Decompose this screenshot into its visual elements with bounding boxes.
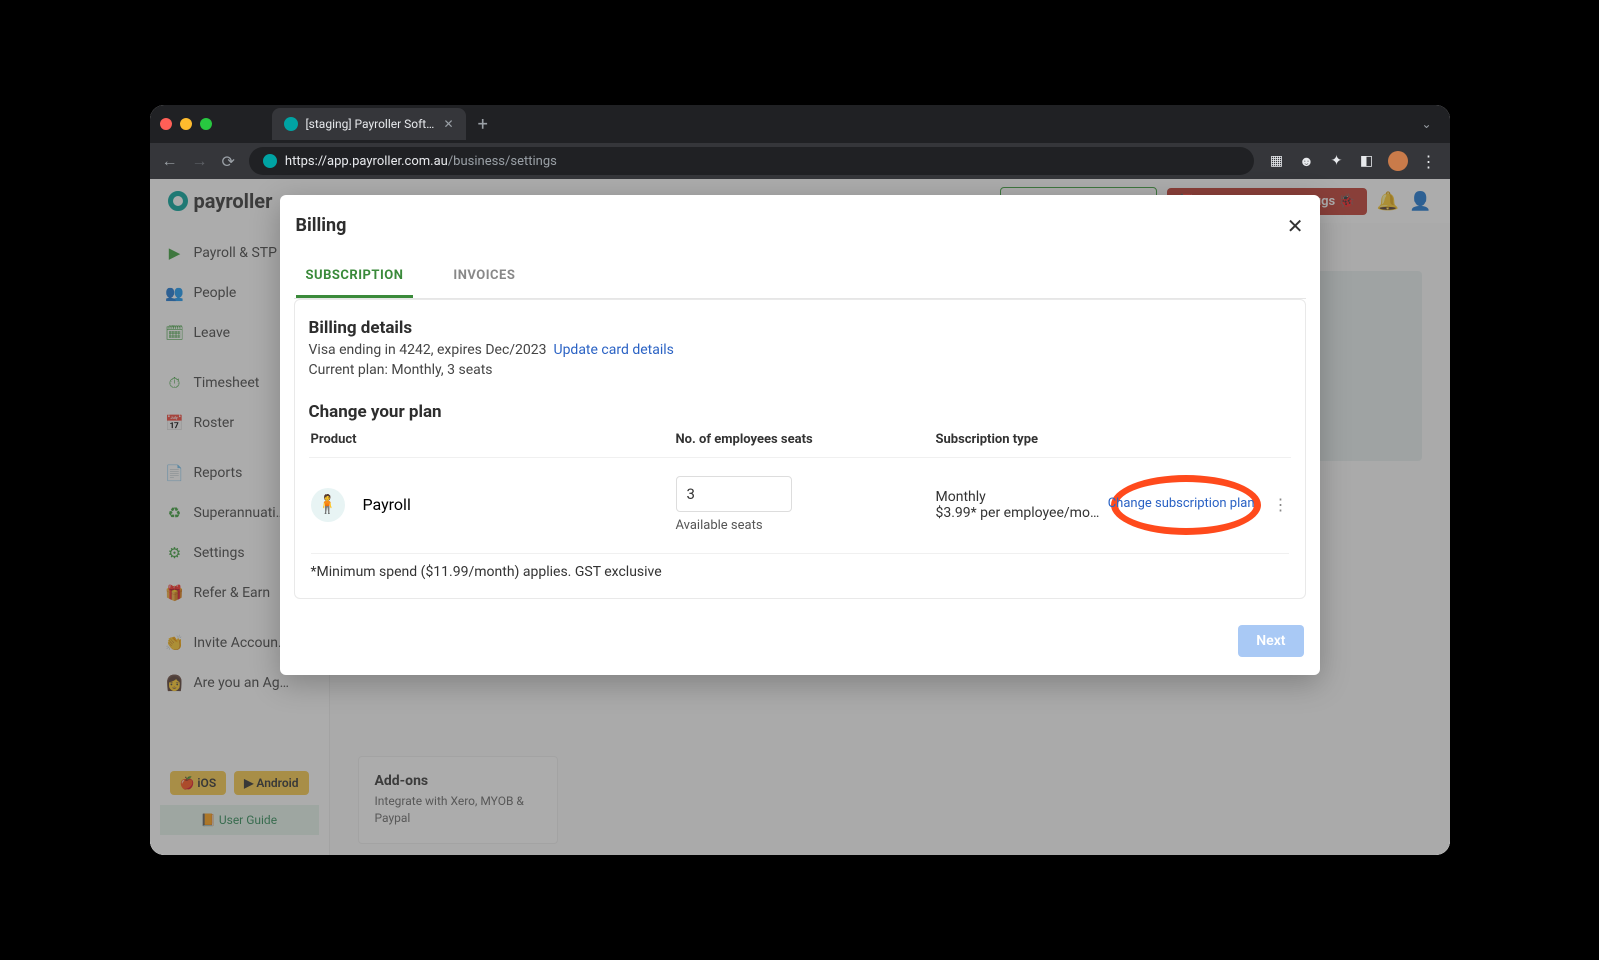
tab-favicon-icon: [284, 117, 298, 131]
address-bar[interactable]: https://app.payroller.com.au/business/se…: [249, 147, 1254, 175]
col-product: Product: [311, 432, 676, 447]
billing-card: Billing details Visa ending in 4242, exp…: [294, 299, 1306, 599]
profile-avatar-icon[interactable]: [1388, 151, 1408, 171]
url-bar: ← → ⟳ https://app.payroller.com.au/busin…: [150, 143, 1450, 179]
close-window-icon[interactable]: [160, 118, 172, 130]
modal-tabs: SUBSCRIPTION INVOICES: [294, 256, 1306, 299]
change-plan-title: Change your plan: [309, 402, 1291, 422]
window-controls: [160, 118, 212, 130]
plan-row: 🧍 Payroll Available seats Monthly $3.99*…: [309, 457, 1291, 547]
plan-table-header: Product No. of employees seats Subscript…: [309, 432, 1291, 447]
site-favicon-icon: [263, 154, 277, 168]
subscription-price: $3.99* per employee/mo…: [936, 505, 1100, 521]
new-tab-button[interactable]: +: [478, 114, 488, 135]
product-name: Payroll: [363, 495, 411, 514]
current-plan-text: Current plan: Monthly, 3 seats: [309, 362, 1291, 378]
seats-label: Available seats: [676, 518, 936, 533]
product-avatar-icon: 🧍: [311, 488, 345, 522]
extensions-puzzle-icon[interactable]: ✦: [1328, 152, 1346, 170]
extension-qr-icon[interactable]: ▦: [1268, 152, 1286, 170]
tab-invoices[interactable]: INVOICES: [443, 256, 525, 298]
extension-face-icon[interactable]: ☻: [1298, 152, 1316, 170]
browser-tab[interactable]: [staging] Payroller Software W… ✕: [272, 108, 466, 140]
forward-button[interactable]: →: [192, 151, 208, 171]
tab-title: [staging] Payroller Software W…: [306, 117, 436, 131]
modal-close-button[interactable]: ✕: [1287, 216, 1304, 236]
browser-menu-icon[interactable]: ⋮: [1420, 152, 1438, 170]
extension-icons: ▦ ☻ ✦ ◧ ⋮: [1268, 151, 1438, 171]
tab-strip: [staging] Payroller Software W… ✕ + ⌄: [150, 105, 1450, 143]
maximize-window-icon[interactable]: [200, 118, 212, 130]
tab-overflow-icon[interactable]: ⌄: [1413, 113, 1439, 135]
billing-details-title: Billing details: [309, 318, 1291, 338]
row-menu-icon[interactable]: ⋮: [1273, 495, 1289, 514]
seats-input[interactable]: [676, 476, 792, 512]
next-button[interactable]: Next: [1238, 625, 1303, 657]
card-details-text: Visa ending in 4242, expires Dec/2023: [309, 342, 547, 358]
minimize-window-icon[interactable]: [180, 118, 192, 130]
url-text: https://app.payroller.com.au/business/se…: [285, 154, 557, 169]
modal-title: Billing: [296, 215, 347, 236]
billing-modal: Billing ✕ SUBSCRIPTION INVOICES Billing …: [280, 195, 1320, 675]
change-subscription-link[interactable]: Change subscription plan: [1108, 496, 1255, 513]
update-card-link[interactable]: Update card details: [553, 342, 673, 358]
browser-window: [staging] Payroller Software W… ✕ + ⌄ ← …: [150, 105, 1450, 855]
plan-footnote: *Minimum spend ($11.99/month) applies. G…: [311, 553, 1289, 580]
col-type: Subscription type: [936, 432, 1096, 447]
reload-button[interactable]: ⟳: [222, 152, 235, 171]
tab-groups-icon[interactable]: ◧: [1358, 152, 1376, 170]
back-button[interactable]: ←: [162, 151, 178, 171]
modal-layer: Billing ✕ SUBSCRIPTION INVOICES Billing …: [150, 179, 1450, 855]
tab-close-icon[interactable]: ✕: [444, 117, 454, 131]
col-seats: No. of employees seats: [676, 432, 936, 447]
tab-subscription[interactable]: SUBSCRIPTION: [296, 256, 414, 298]
subscription-period: Monthly: [936, 489, 1100, 505]
